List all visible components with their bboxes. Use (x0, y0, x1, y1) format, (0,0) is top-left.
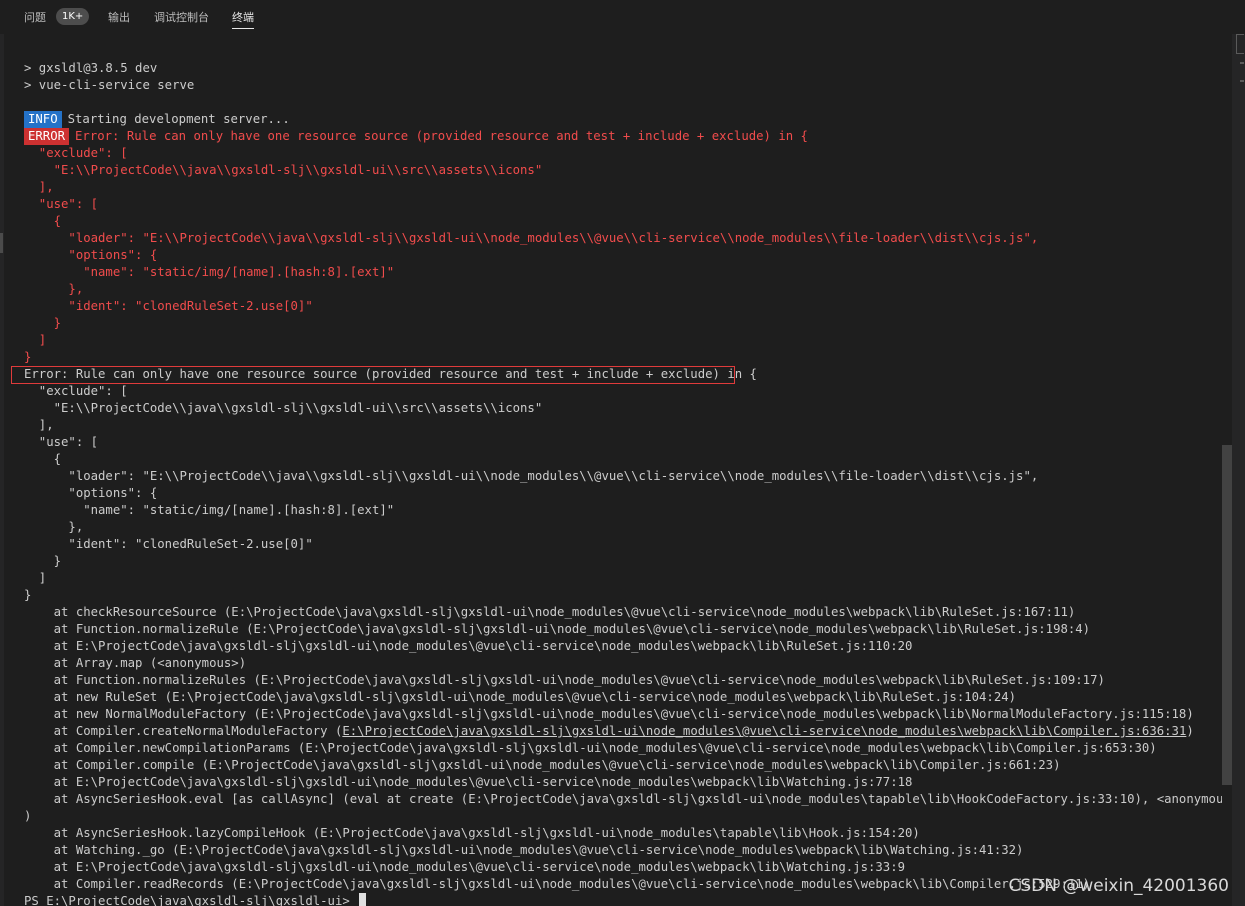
terminal-line: ], (24, 418, 54, 432)
stack-frame: at Function.normalizeRules (E:\ProjectCo… (24, 673, 1105, 687)
terminal-line: "exclude": [ (24, 384, 128, 398)
stack-frame: ) (24, 809, 32, 823)
tab-problems[interactable]: 问题 (24, 9, 46, 25)
error-highlight-box (11, 366, 735, 384)
error-text: Error: Rule can only have one resource s… (75, 129, 808, 143)
right-strip-tick (1240, 80, 1244, 82)
terminal-line: } (24, 554, 62, 568)
stack-frame: at AsyncSeriesHook.lazyCompileHook (E:\P… (24, 826, 920, 840)
stack-frame: at E:\ProjectCode\java\gxsldl-slj\gxsldl… (24, 775, 913, 789)
right-strip-frame (1236, 34, 1244, 54)
info-text: Starting development server... (67, 112, 290, 126)
terminal-line: ] (24, 571, 47, 585)
left-edge-strip (0, 34, 4, 906)
stack-frame: at checkResourceSource (E:\ProjectCode\j… (24, 605, 1076, 619)
terminal-line: } (24, 350, 32, 364)
shell-prompt: PS E:\ProjectCode\java\gxsldl-slj\gxsldl… (24, 894, 358, 906)
plain-error-block: "exclude": [ "E:\\ProjectCode\\java\\gxs… (24, 383, 1228, 604)
terminal-line: "options": { (24, 248, 158, 262)
red-error-block: "exclude": [ "E:\\ProjectCode\\java\\gxs… (24, 145, 1228, 366)
text-cursor (359, 893, 367, 906)
stack-frame: at AsyncSeriesHook.eval [as callAsync] (… (24, 792, 1228, 806)
terminal-line: } (24, 316, 62, 330)
terminal-line: "loader": "E:\\ProjectCode\\java\\gxsldl… (24, 469, 1039, 483)
stack-frame: at Array.map (<anonymous>) (24, 656, 247, 670)
terminal-line: ] (24, 333, 47, 347)
terminal-line-info: INFO Starting development server... (24, 111, 1228, 128)
stack-frame-with-link: at Compiler.createNormalModuleFactory (E… (24, 723, 1228, 740)
stack-frame: at Compiler.compile (E:\ProjectCode\java… (24, 758, 1061, 772)
terminal-line: { (24, 452, 62, 466)
terminal-line: "name": "static/img/[name].[hash:8].[ext… (24, 503, 395, 517)
stack-frame: at Compiler.newCompilationParams (E:\Pro… (24, 741, 1157, 755)
error-tag: ERROR (24, 128, 70, 145)
left-edge-marker (0, 233, 3, 253)
problems-count-badge: 1K+ (56, 8, 90, 25)
terminal-line: "ident": "clonedRuleSet-2.use[0]" (24, 299, 313, 313)
terminal-line-error: ERROR Error: Rule can only have one resou… (24, 128, 1228, 145)
terminal-line: } (24, 588, 32, 602)
terminal-line: "E:\\ProjectCode\\java\\gxsldl-slj\\gxsl… (24, 401, 543, 415)
terminal-line: > gxsldl@3.8.5 dev (24, 61, 158, 75)
terminal-line: "use": [ (24, 197, 99, 211)
tab-terminal[interactable]: 终端 (232, 9, 254, 29)
terminal-line: }, (24, 520, 84, 534)
stack-trace: at checkResourceSource (E:\ProjectCode\j… (24, 604, 1228, 893)
terminal-line: { (24, 214, 62, 228)
stack-frame: at new RuleSet (E:\ProjectCode\java\gxsl… (24, 690, 1017, 704)
right-strip-tick (1240, 62, 1244, 64)
terminal-lines: > gxsldl@3.8.5 dev > vue-cli-service ser… (24, 60, 1228, 906)
tab-output[interactable]: 输出 (108, 9, 130, 25)
scrollbar-thumb[interactable] (1222, 445, 1232, 785)
stack-frame-prefix: at Compiler.createNormalModuleFactory ( (24, 724, 343, 738)
stack-frame-suffix: ) (1186, 724, 1194, 738)
stack-frame: at new NormalModuleFactory (E:\ProjectCo… (24, 707, 1194, 721)
stack-frame: at Function.normalizeRule (E:\ProjectCod… (24, 622, 1091, 636)
tab-debug-console[interactable]: 调试控制台 (154, 9, 209, 25)
panel-tab-bar: 问题 1K+ 输出 调试控制台 终端 (0, 0, 1245, 34)
terminal-line: "use": [ (24, 435, 99, 449)
terminal-output[interactable]: > gxsldl@3.8.5 dev > vue-cli-service ser… (0, 34, 1228, 906)
terminal-line: > vue-cli-service serve (24, 78, 195, 92)
terminal-line: "options": { (24, 486, 158, 500)
terminal-line: ], (24, 180, 54, 194)
terminal-line: "ident": "clonedRuleSet-2.use[0]" (24, 537, 313, 551)
info-tag: INFO (24, 111, 62, 128)
terminal-line: "name": "static/img/[name].[hash:8].[ext… (24, 265, 395, 279)
terminal-line: "E:\\ProjectCode\\java\\gxsldl-slj\\gxsl… (24, 163, 543, 177)
file-path-link[interactable]: E:\ProjectCode\java\gxsldl-slj\gxsldl-ui… (342, 724, 1186, 738)
stack-frame: at E:\ProjectCode\java\gxsldl-slj\gxsldl… (24, 639, 913, 653)
terminal-line: }, (24, 282, 84, 296)
watermark-text: CSDN @weixin_42001360 (1008, 876, 1229, 896)
terminal-line: "loader": "E:\\ProjectCode\\java\\gxsldl… (24, 231, 1039, 245)
stack-frame: at Watching._go (E:\ProjectCode\java\gxs… (24, 843, 1024, 857)
stack-frame: at E:\ProjectCode\java\gxsldl-slj\gxsldl… (24, 860, 905, 874)
right-minimap-strip (1232, 34, 1245, 906)
terminal-line: "exclude": [ (24, 146, 128, 160)
